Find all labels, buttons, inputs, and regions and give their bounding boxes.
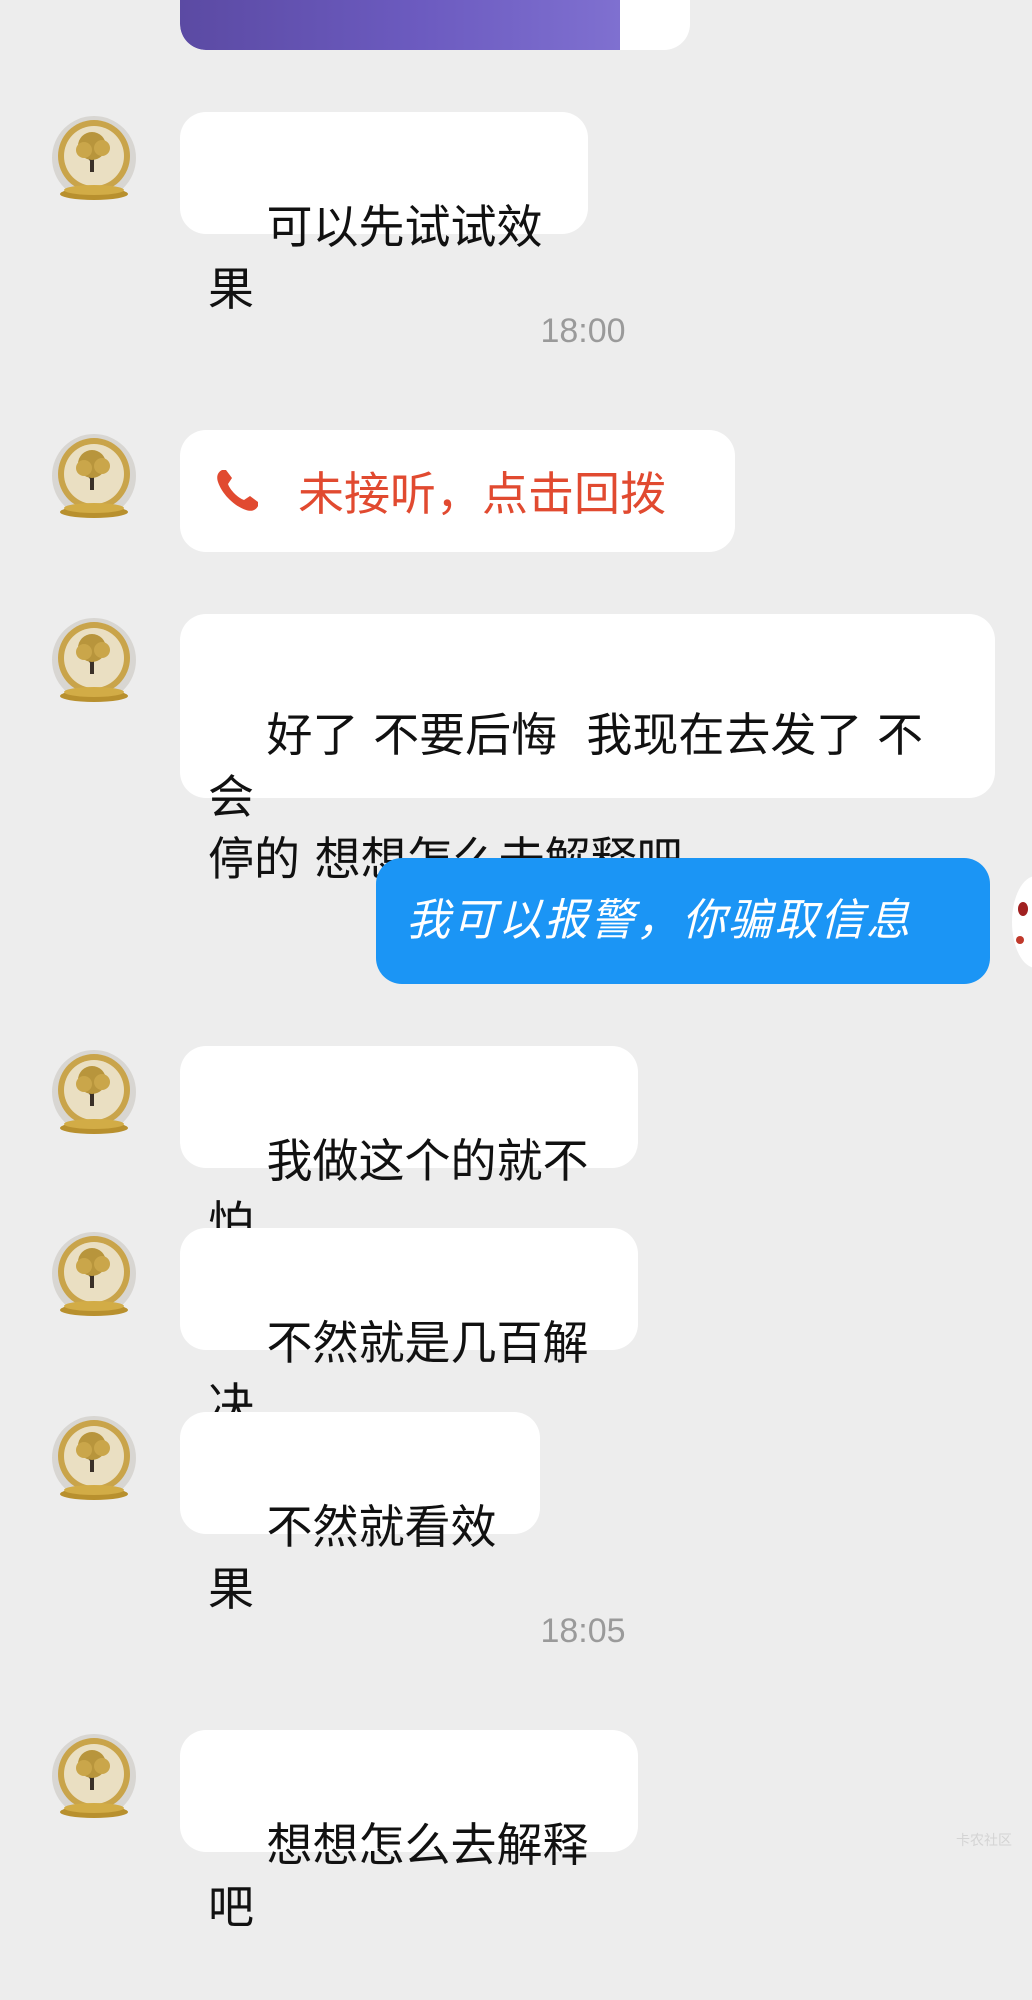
chat-message-list[interactable]: 可以先试试效果 18:00 未接听，点击回拨 好了 不要后悔 我现在去发了 不会… — [0, 0, 1032, 1934]
message-text: 想想怎么去解释吧 — [208, 1818, 589, 1934]
timestamp: 18:05 — [540, 1612, 626, 1650]
message-text: 我可以报警，你骗取信息 — [406, 895, 912, 946]
incoming-message[interactable]: 可以先试试效果 — [180, 112, 588, 316]
incoming-message[interactable]: 想想怎么去解释吧 — [180, 1730, 638, 1934]
incoming-message[interactable]: 不然就是几百解决 — [180, 1228, 638, 1432]
contact-avatar[interactable] — [46, 1412, 142, 1508]
avatar-detail — [1016, 936, 1024, 944]
media-message-partial[interactable] — [180, 0, 690, 50]
incoming-message[interactable]: 不然就看效果 — [180, 1412, 540, 1616]
contact-avatar[interactable] — [46, 430, 142, 526]
avatar-detail — [1018, 902, 1028, 916]
tree-coin-avatar-icon — [52, 618, 136, 702]
incoming-message[interactable]: 好了 不要后悔 我现在去发了 不会 停的 想想怎么去解释吧 — [180, 614, 995, 886]
missed-call-label: 未接听，点击回拨 — [298, 467, 666, 521]
contact-avatar[interactable] — [46, 1228, 142, 1324]
incoming-message[interactable]: 我做这个的就不怕 — [180, 1046, 638, 1250]
message-text: 不然就看效果 — [208, 1500, 497, 1616]
tree-coin-avatar-icon — [52, 1416, 136, 1500]
phone-icon — [217, 470, 258, 511]
media-thumbnail — [180, 0, 620, 50]
contact-avatar[interactable] — [46, 112, 142, 208]
my-avatar[interactable] — [1012, 876, 1032, 968]
contact-avatar[interactable] — [46, 1730, 142, 1826]
tree-coin-avatar-icon — [52, 1734, 136, 1818]
contact-avatar[interactable] — [46, 614, 142, 710]
tree-coin-avatar-icon — [52, 434, 136, 518]
tree-coin-avatar-icon — [52, 1050, 136, 1134]
watermark: 卡农社区 — [956, 1833, 1012, 1849]
message-text: 可以先试试效果 — [208, 200, 543, 316]
tree-coin-avatar-icon — [52, 1232, 136, 1316]
missed-call-message[interactable]: 未接听，点击回拨 — [180, 430, 735, 552]
contact-avatar[interactable] — [46, 1046, 142, 1142]
tree-coin-avatar-icon — [52, 116, 136, 200]
timestamp: 18:00 — [540, 312, 626, 350]
outgoing-message[interactable]: 我可以报警，你骗取信息 — [376, 858, 990, 984]
